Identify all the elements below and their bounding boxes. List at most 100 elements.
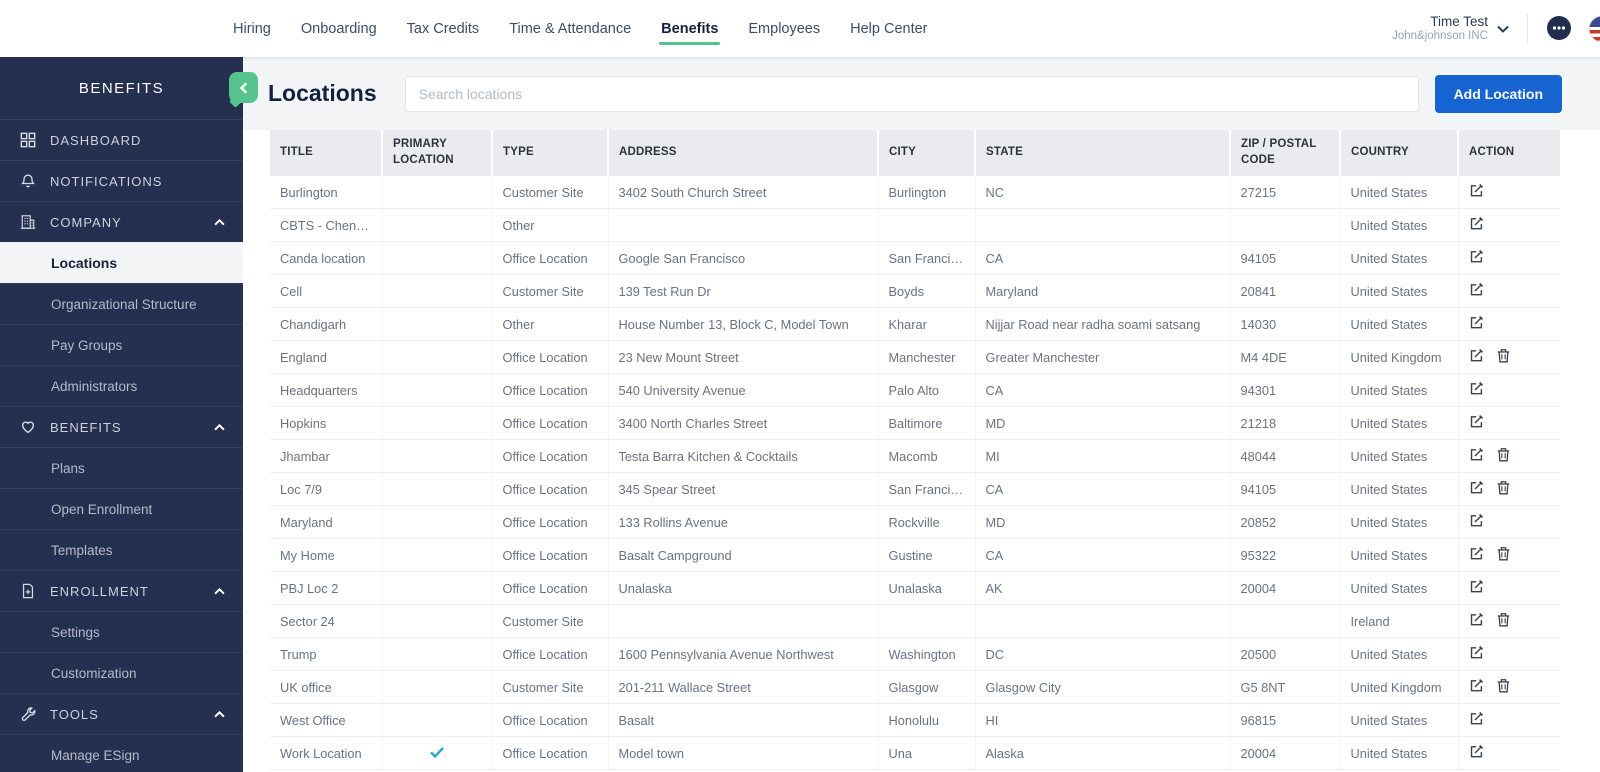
nav-item-time-attendance[interactable]: Time & Attendance (509, 0, 631, 57)
sidebar-section-label: DASHBOARD (50, 133, 141, 148)
language-flag-icon[interactable] (1588, 15, 1600, 43)
delete-icon (1497, 348, 1510, 363)
cell-state: MD (975, 407, 1230, 440)
sidebar-item-settings[interactable]: Settings (0, 611, 243, 652)
sidebar-section-tools[interactable]: TOOLS (0, 693, 243, 734)
cell-action (1458, 209, 1560, 242)
sidebar-section-dashboard[interactable]: DASHBOARD (0, 119, 243, 160)
chevron-up-icon[interactable] (214, 219, 225, 226)
nav-item-tax-credits[interactable]: Tax Credits (407, 0, 480, 57)
chevron-down-icon[interactable] (1497, 25, 1509, 33)
bell-icon (19, 173, 37, 189)
cell-address: Google San Francisco (608, 242, 878, 275)
cell-country: United States (1340, 473, 1458, 506)
edit-button[interactable] (1469, 315, 1484, 330)
add-location-button[interactable]: Add Location (1435, 75, 1562, 113)
cell-address: Model town (608, 737, 878, 770)
cell-address: 540 University Avenue (608, 374, 878, 407)
column-header-zip-postal-code: ZIP / POSTAL CODE (1230, 130, 1340, 176)
sidebar-section-benefits[interactable]: BENEFITS (0, 406, 243, 447)
sidebar-section-company[interactable]: COMPANY (0, 201, 243, 242)
search-input[interactable] (405, 76, 1419, 112)
edit-button[interactable] (1469, 513, 1484, 528)
edit-button[interactable] (1469, 414, 1484, 429)
cell-primary (382, 440, 492, 473)
sidebar-section-enrollment[interactable]: ENROLLMENT (0, 570, 243, 611)
nav-item-help-center[interactable]: Help Center (850, 0, 927, 57)
edit-button[interactable] (1469, 282, 1484, 297)
edit-button[interactable] (1469, 678, 1484, 693)
edit-button[interactable] (1469, 744, 1484, 759)
topbar-divider (1527, 14, 1528, 44)
edit-icon (1469, 348, 1484, 363)
sidebar-item-organizational-structure[interactable]: Organizational Structure (0, 283, 243, 324)
nav-item-onboarding[interactable]: Onboarding (301, 0, 377, 57)
cell-primary (382, 539, 492, 572)
delete-icon (1497, 546, 1510, 561)
edit-button[interactable] (1469, 579, 1484, 594)
nav-item-benefits[interactable]: Benefits (661, 0, 718, 57)
edit-button[interactable] (1469, 216, 1484, 231)
delete-button[interactable] (1497, 480, 1510, 495)
cell-state: Nijjar Road near radha soami satsang (975, 308, 1230, 341)
edit-button[interactable] (1469, 612, 1484, 627)
chevron-up-icon[interactable] (214, 588, 225, 595)
cell-zip: 96815 (1230, 704, 1340, 737)
edit-button[interactable] (1469, 381, 1484, 396)
delete-button[interactable] (1497, 348, 1510, 363)
sidebar-item-manage-esign[interactable]: Manage ESign (0, 734, 243, 772)
edit-button[interactable] (1469, 711, 1484, 726)
chevron-up-icon[interactable] (214, 424, 225, 431)
edit-icon (1469, 579, 1484, 594)
delete-button[interactable] (1497, 546, 1510, 561)
edit-button[interactable] (1469, 546, 1484, 561)
delete-button[interactable] (1497, 678, 1510, 693)
page-title: Locations (268, 80, 377, 107)
sidebar-item-administrators[interactable]: Administrators (0, 365, 243, 406)
delete-button[interactable] (1497, 612, 1510, 627)
cell-address: 23 New Mount Street (608, 341, 878, 374)
cell-country: United States (1340, 209, 1458, 242)
cell-type: Office Location (492, 737, 608, 770)
sidebar-item-locations[interactable]: Locations (0, 242, 243, 283)
edit-button[interactable] (1469, 183, 1484, 198)
chat-button[interactable] (1544, 14, 1574, 44)
cell-country: United States (1340, 638, 1458, 671)
sidebar-item-customization[interactable]: Customization (0, 652, 243, 693)
sidebar-collapse-button[interactable] (229, 72, 258, 103)
sidebar-item-open-enrollment[interactable]: Open Enrollment (0, 488, 243, 529)
delete-button[interactable] (1497, 447, 1510, 462)
cell-country: United States (1340, 242, 1458, 275)
edit-button[interactable] (1469, 480, 1484, 495)
sidebar-item-pay-groups[interactable]: Pay Groups (0, 324, 243, 365)
edit-button[interactable] (1469, 348, 1484, 363)
nav-item-hiring[interactable]: Hiring (233, 0, 271, 57)
cell-state: NC (975, 176, 1230, 209)
sidebar-item-templates[interactable]: Templates (0, 529, 243, 570)
cell-address (608, 209, 878, 242)
chevron-up-icon[interactable] (214, 711, 225, 718)
cell-address: 133 Rollins Avenue (608, 506, 878, 539)
sidebar-item-plans[interactable]: Plans (0, 447, 243, 488)
cell-title: Loc 7/9 (270, 473, 382, 506)
cell-zip (1230, 209, 1340, 242)
nav-item-employees[interactable]: Employees (748, 0, 820, 57)
edit-button[interactable] (1469, 645, 1484, 660)
cell-action (1458, 440, 1560, 473)
table-row: Work LocationOffice LocationModel townUn… (270, 737, 1560, 770)
cell-title: My Home (270, 539, 382, 572)
heart-icon (19, 419, 37, 435)
cell-country: United States (1340, 308, 1458, 341)
edit-button[interactable] (1469, 447, 1484, 462)
cell-zip: 21218 (1230, 407, 1340, 440)
cell-action (1458, 539, 1560, 572)
cell-zip: 20852 (1230, 506, 1340, 539)
edit-button[interactable] (1469, 249, 1484, 264)
user-menu[interactable]: Time Test John&johnson INC (1392, 13, 1488, 44)
cell-title: Maryland (270, 506, 382, 539)
table-row: BurlingtonCustomer Site3402 South Church… (270, 176, 1560, 209)
cell-action (1458, 275, 1560, 308)
cell-country: United States (1340, 440, 1458, 473)
sidebar-section-notifications[interactable]: NOTIFICATIONS (0, 160, 243, 201)
edit-icon (1469, 744, 1484, 759)
